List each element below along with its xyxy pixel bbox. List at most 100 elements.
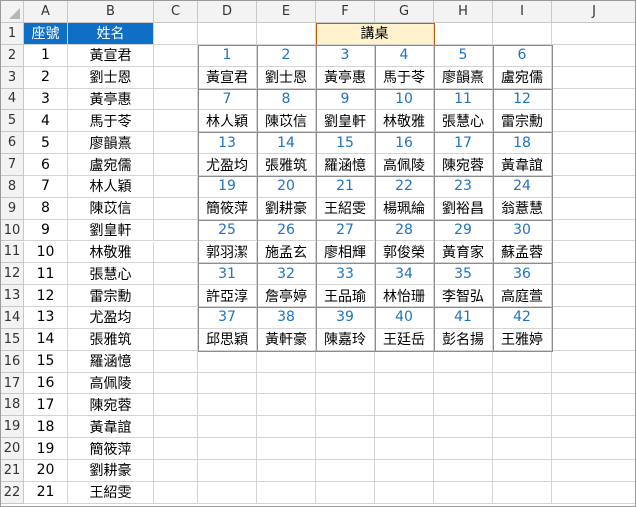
seat-number[interactable]: 16 bbox=[375, 132, 434, 155]
roster-seat-number[interactable]: 11 bbox=[24, 263, 68, 286]
row-header-10[interactable]: 10 bbox=[1, 219, 24, 242]
cell[interactable] bbox=[316, 394, 375, 417]
roster-student-name[interactable]: 黃亭惠 bbox=[68, 88, 154, 111]
cell[interactable] bbox=[552, 45, 635, 67]
row-header-12[interactable]: 12 bbox=[1, 263, 24, 286]
column-header-d[interactable]: D bbox=[198, 1, 257, 23]
seat-student-name[interactable]: 詹亭婷 bbox=[257, 285, 316, 308]
roster-header-seat[interactable]: 座號 bbox=[24, 23, 68, 45]
seat-number[interactable]: 29 bbox=[434, 219, 493, 242]
seat-number[interactable]: 4 bbox=[375, 44, 434, 67]
cell[interactable] bbox=[552, 67, 635, 89]
seat-number[interactable]: 20 bbox=[257, 175, 316, 198]
seat-student-name[interactable]: 王雅婷 bbox=[493, 328, 552, 351]
seat-student-name[interactable]: 黃韋誼 bbox=[493, 154, 552, 176]
seat-number[interactable]: 35 bbox=[434, 263, 493, 286]
roster-seat-number[interactable]: 12 bbox=[24, 285, 68, 308]
row-header-13[interactable]: 13 bbox=[1, 285, 24, 308]
roster-student-name[interactable]: 黃宣君 bbox=[68, 44, 154, 67]
podium-cell[interactable]: 講桌 bbox=[316, 23, 434, 45]
roster-student-name[interactable]: 簡筱萍 bbox=[68, 438, 154, 460]
cell[interactable] bbox=[434, 416, 493, 439]
cell[interactable] bbox=[198, 481, 257, 504]
seat-student-name[interactable]: 廖相輝 bbox=[316, 241, 375, 264]
cell[interactable] bbox=[198, 460, 257, 482]
cell[interactable] bbox=[154, 110, 198, 133]
row-header-22[interactable]: 22 bbox=[1, 481, 24, 504]
seat-number[interactable]: 19 bbox=[198, 175, 257, 198]
cell[interactable] bbox=[552, 416, 635, 439]
column-header-i[interactable]: I bbox=[493, 1, 552, 23]
cell[interactable] bbox=[316, 481, 375, 504]
seat-number[interactable]: 39 bbox=[316, 307, 375, 329]
roster-seat-number[interactable]: 3 bbox=[24, 88, 68, 111]
cell[interactable] bbox=[552, 329, 635, 351]
roster-student-name[interactable]: 黃韋誼 bbox=[68, 416, 154, 439]
cell[interactable] bbox=[154, 307, 198, 329]
seat-number[interactable]: 27 bbox=[316, 219, 375, 242]
seat-number[interactable]: 26 bbox=[257, 219, 316, 242]
row-header-20[interactable]: 20 bbox=[1, 438, 24, 460]
cell[interactable] bbox=[375, 460, 434, 482]
cell[interactable] bbox=[434, 23, 493, 45]
seat-number[interactable]: 36 bbox=[493, 263, 552, 286]
seat-number[interactable]: 42 bbox=[493, 307, 552, 329]
roster-student-name[interactable]: 王紹雯 bbox=[68, 481, 154, 504]
seat-number[interactable]: 33 bbox=[316, 263, 375, 286]
cell[interactable] bbox=[552, 307, 635, 329]
seat-student-name[interactable]: 彭名揚 bbox=[434, 328, 493, 351]
seat-student-name[interactable]: 郭俊榮 bbox=[375, 241, 434, 264]
seat-number[interactable]: 37 bbox=[198, 307, 257, 329]
cell[interactable] bbox=[154, 197, 198, 220]
cell[interactable] bbox=[434, 350, 493, 373]
seat-student-name[interactable]: 劉裕昌 bbox=[434, 197, 493, 220]
cell[interactable] bbox=[154, 175, 198, 198]
seat-student-name[interactable]: 張慧心 bbox=[434, 110, 493, 133]
seat-number[interactable]: 32 bbox=[257, 263, 316, 286]
seat-student-name[interactable]: 黃軒豪 bbox=[257, 328, 316, 351]
cell[interactable] bbox=[257, 23, 316, 45]
cell[interactable] bbox=[552, 198, 635, 220]
cell[interactable] bbox=[198, 438, 257, 460]
column-header-b[interactable]: B bbox=[68, 1, 154, 23]
cell[interactable] bbox=[434, 460, 493, 482]
cell[interactable] bbox=[316, 438, 375, 460]
cell[interactable] bbox=[434, 372, 493, 395]
cell[interactable] bbox=[154, 154, 198, 176]
roster-seat-number[interactable]: 16 bbox=[24, 372, 68, 395]
roster-seat-number[interactable]: 20 bbox=[24, 460, 68, 482]
cell[interactable] bbox=[154, 372, 198, 395]
cell[interactable] bbox=[257, 350, 316, 373]
seat-number[interactable]: 30 bbox=[493, 219, 552, 242]
roster-seat-number[interactable]: 15 bbox=[24, 350, 68, 373]
seat-number[interactable]: 15 bbox=[316, 132, 375, 155]
cell[interactable] bbox=[552, 263, 635, 286]
seat-number[interactable]: 22 bbox=[375, 175, 434, 198]
column-header-h[interactable]: H bbox=[434, 1, 493, 23]
seat-student-name[interactable]: 陳嘉玲 bbox=[316, 328, 375, 351]
seat-student-name[interactable]: 王紹雯 bbox=[316, 197, 375, 220]
roster-student-name[interactable]: 羅涵憶 bbox=[68, 350, 154, 373]
cell[interactable] bbox=[154, 23, 198, 45]
cell[interactable] bbox=[552, 132, 635, 155]
cell[interactable] bbox=[316, 372, 375, 395]
roster-seat-number[interactable]: 13 bbox=[24, 307, 68, 329]
cell[interactable] bbox=[493, 23, 552, 45]
cell[interactable] bbox=[154, 328, 198, 351]
cell[interactable] bbox=[198, 416, 257, 439]
roster-seat-number[interactable]: 14 bbox=[24, 328, 68, 351]
seat-number[interactable]: 38 bbox=[257, 307, 316, 329]
seat-number[interactable]: 18 bbox=[493, 132, 552, 155]
row-header-17[interactable]: 17 bbox=[1, 372, 24, 395]
row-header-15[interactable]: 15 bbox=[1, 328, 24, 351]
cell[interactable] bbox=[257, 481, 316, 504]
row-header-21[interactable]: 21 bbox=[1, 460, 24, 482]
cell[interactable] bbox=[552, 242, 635, 264]
roster-seat-number[interactable]: 19 bbox=[24, 438, 68, 460]
roster-seat-number[interactable]: 8 bbox=[24, 197, 68, 220]
seat-number[interactable]: 8 bbox=[257, 88, 316, 111]
cell[interactable] bbox=[493, 481, 552, 504]
cell[interactable] bbox=[257, 416, 316, 439]
seat-student-name[interactable]: 蘇孟蓉 bbox=[493, 241, 552, 264]
cell[interactable] bbox=[493, 350, 552, 373]
